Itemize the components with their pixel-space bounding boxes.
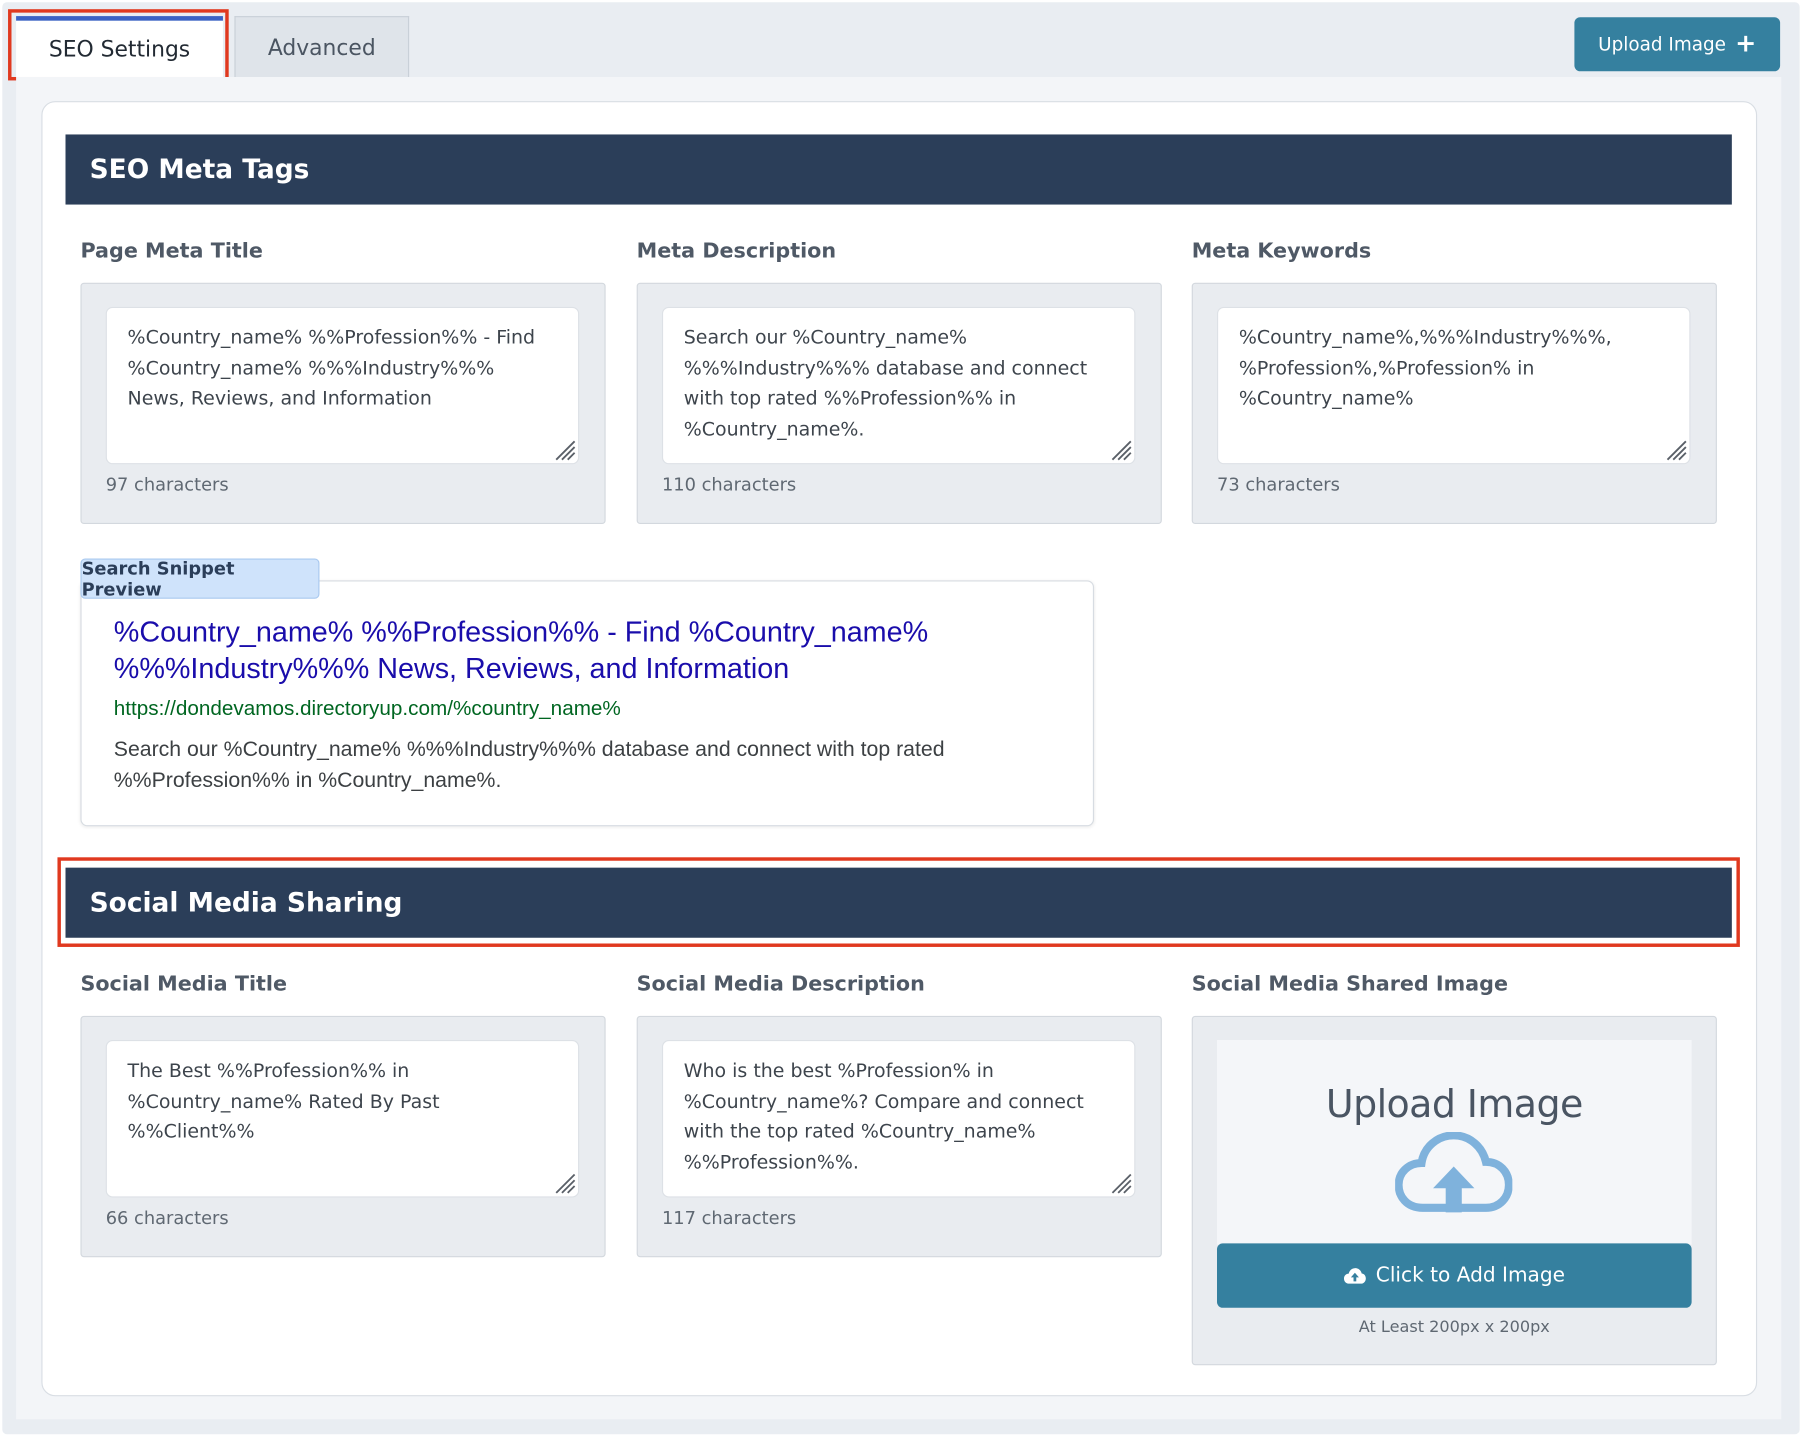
page-meta-title-label: Page Meta Title [80, 239, 263, 264]
search-snippet-preview: %Country_name% %%Profession%% - Find %Co… [80, 580, 1095, 827]
upload-image-label: Upload Image [1598, 33, 1726, 56]
tab-advanced-label: Advanced [267, 35, 376, 61]
upload-image-placeholder-text: Upload Image [1325, 1081, 1583, 1127]
social-media-image-group: Upload Image Click to Add Image At Least… [1191, 1015, 1717, 1366]
character-count: 117 characters [661, 1207, 797, 1229]
click-to-add-image-label: Click to Add Image [1375, 1264, 1566, 1288]
section-header-seo-meta: SEO Meta Tags [65, 134, 1732, 205]
click-to-add-image-button[interactable]: Click to Add Image [1217, 1243, 1692, 1308]
social-media-description-input[interactable]: Who is the best %Profession% in %Country… [661, 1040, 1136, 1198]
resize-grip-icon[interactable] [1107, 436, 1132, 461]
resize-grip-icon[interactable] [550, 1169, 576, 1194]
section-title-social-media: Social Media Sharing [89, 887, 403, 918]
tab-seo-settings-label: SEO Settings [48, 36, 191, 63]
snippet-preview-badge: Search Snippet Preview [80, 558, 320, 599]
character-count: 73 characters [1217, 474, 1340, 496]
meta-description-input[interactable]: Search our %Country_name% %%%Industry%%%… [661, 306, 1136, 465]
social-media-title-label: Social Media Title [80, 972, 288, 997]
page: SEO Settings Advanced Upload Image + SEO… [0, 0, 1802, 1438]
page-meta-title-value: %Country_name% %%Profession%% - Find %Co… [127, 326, 536, 410]
resize-grip-icon[interactable] [1662, 436, 1687, 461]
social-media-description-value: Who is the best %Profession% in %Country… [683, 1059, 1084, 1173]
tab-seo-settings[interactable]: SEO Settings [16, 16, 223, 79]
upload-image-button[interactable]: Upload Image + [1574, 17, 1781, 72]
page-meta-title-group: %Country_name% %%Profession%% - Find %Co… [80, 282, 606, 525]
cloud-upload-icon [1395, 1131, 1513, 1213]
social-media-title-value: The Best %%Profession%% in %Country_name… [127, 1059, 440, 1143]
social-media-title-input[interactable]: The Best %%Profession%% in %Country_name… [105, 1040, 580, 1198]
meta-description-value: Search our %Country_name% %%%Industry%%%… [683, 326, 1088, 440]
resize-grip-icon[interactable] [550, 436, 576, 461]
image-size-hint: At Least 200px x 200px [1358, 1318, 1550, 1337]
character-count: 110 characters [661, 474, 797, 496]
tab-advanced[interactable]: Advanced [234, 16, 410, 79]
page-meta-title-input[interactable]: %Country_name% %%Profession%% - Find %Co… [105, 306, 580, 465]
social-media-description-group: Who is the best %Profession% in %Country… [636, 1015, 1162, 1258]
meta-keywords-label: Meta Keywords [1191, 239, 1372, 264]
snippet-url: https://dondevamos.directoryup.com/%coun… [113, 696, 621, 720]
social-media-description-label: Social Media Description [636, 972, 925, 997]
image-upload-dropzone[interactable]: Upload Image [1217, 1040, 1692, 1245]
section-header-social-media: Social Media Sharing [65, 867, 1732, 938]
section-title-seo-meta: SEO Meta Tags [89, 154, 310, 185]
cloud-upload-small-icon [1344, 1267, 1367, 1284]
meta-keywords-input[interactable]: %Country_name%,%%%Industry%%%, %Professi… [1217, 306, 1691, 465]
meta-description-group: Search our %Country_name% %%%Industry%%%… [636, 282, 1162, 525]
character-count: 97 characters [105, 474, 229, 496]
social-media-title-group: The Best %%Profession%% in %Country_name… [80, 1015, 606, 1258]
meta-keywords-value: %Country_name%,%%%Industry%%%, %Professi… [1238, 326, 1612, 410]
social-media-image-label: Social Media Shared Image [1191, 972, 1508, 997]
character-count: 66 characters [105, 1207, 229, 1229]
snippet-title: %Country_name% %%Profession%% - Find %Co… [113, 615, 929, 685]
meta-keywords-group: %Country_name%,%%%Industry%%%, %Professi… [1191, 282, 1717, 525]
snippet-description: Search our %Country_name% %%%Industry%%%… [113, 736, 945, 792]
meta-description-label: Meta Description [636, 239, 837, 264]
resize-grip-icon[interactable] [1107, 1169, 1132, 1194]
plus-icon: + [1735, 29, 1757, 59]
